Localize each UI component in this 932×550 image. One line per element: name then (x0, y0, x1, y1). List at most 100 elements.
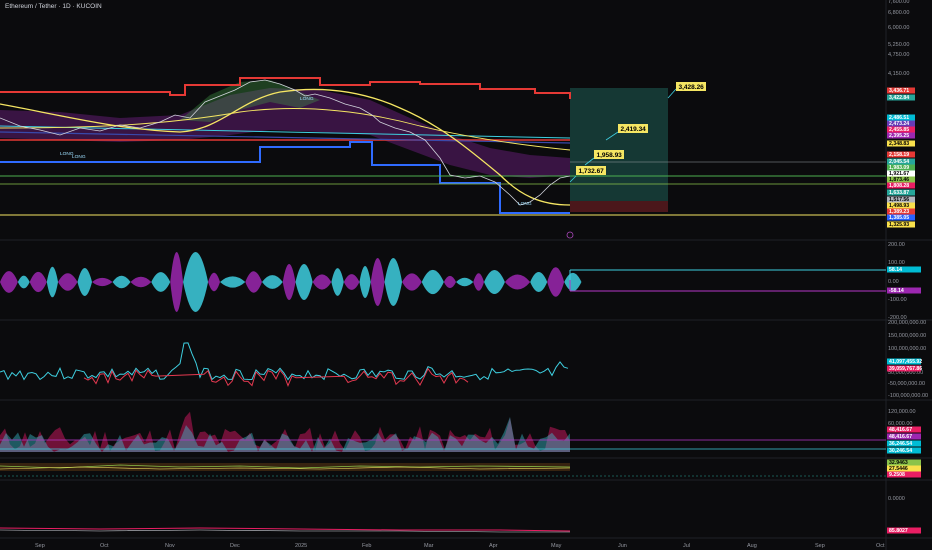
price-tag-text: 2,395.25 (889, 133, 909, 139)
price-callout-text: 1,732.67 (579, 168, 605, 175)
oscillator-wave (370, 258, 385, 306)
indicator-tag-text: 9.2508 (889, 472, 905, 478)
time-axis-label: Dec (230, 543, 240, 549)
oscillator-wave (547, 267, 565, 297)
price-tag: 2,158.19 (887, 151, 915, 158)
price-callout: 1,732.67 (576, 166, 606, 175)
time-axis-label: May (551, 543, 562, 549)
chart-canvas[interactable]: 3,428.26 2,419.34 1,958.93 1,732.67 LONG LO… (0, 0, 932, 550)
price-callout: 2,419.34 (618, 124, 648, 133)
time-axis-label: Aug (747, 543, 757, 549)
oscillator-wave (170, 252, 184, 312)
price-axis[interactable]: 7,600.00 6,800.00 6,000.00 5,250.00 4,750.00… (887, 0, 928, 534)
indicator-tag: 85.8027 (887, 527, 921, 534)
oscillator-wave (92, 277, 113, 287)
oscillator-wave (343, 274, 360, 290)
oscillator-wave (456, 277, 474, 287)
price-tag: 2,348.83 (887, 140, 915, 147)
signal-label-long: LONG (300, 96, 314, 102)
time-axis-label: Mar (424, 543, 434, 549)
indicator-tag-text: 85.8027 (889, 528, 908, 534)
chart-window[interactable]: Ethereum / Tether · 1D · KUCOIN 3,428.26… (0, 0, 932, 550)
oscillator-wave (473, 273, 485, 291)
indicator-tag: 48,416.67 (887, 426, 921, 433)
time-axis-label: Oct (876, 543, 885, 549)
price-axis-label: 4,150.00 (888, 71, 909, 77)
price-tag: 3,436.71 (887, 87, 915, 94)
indicator-axis-label: -100.00 (888, 297, 907, 303)
time-axis-label: Jul (683, 543, 690, 549)
indicator-tag-text: 30,246.54 (889, 448, 912, 454)
oscillator-wave (17, 275, 30, 289)
price-tag-text: 3,436.71 (889, 88, 909, 94)
oscillator-wave (295, 264, 313, 300)
oscillator-wave (484, 269, 505, 295)
time-axis-label: Apr (489, 543, 498, 549)
time-axis-label: Jun (618, 543, 627, 549)
price-tag-text: 2,158.19 (889, 152, 909, 158)
volume-pane[interactable] (0, 411, 886, 452)
price-tag-text: 1,325.93 (889, 222, 909, 228)
indicator-tag-text: 41,097,455.92 (889, 359, 922, 365)
oscillator-wave (331, 268, 344, 296)
price-axis-label: 7,600.00 (888, 0, 909, 5)
flow-line-cyan (0, 342, 569, 381)
stop-zone[interactable] (570, 201, 668, 212)
indicator-tag: 48,416.67 (887, 433, 921, 440)
indicator-tag: 36,246.54 (887, 440, 921, 447)
oscillator-wave (530, 272, 548, 292)
indicator-tag: 41,097,455.92 (887, 358, 922, 365)
oscillator-wave (402, 273, 422, 291)
price-tag: 1,325.93 (887, 221, 915, 228)
oscillator-wave (282, 264, 296, 300)
price-pane[interactable]: 3,428.26 2,419.34 1,958.93 1,732.67 LONG LO… (0, 77, 886, 239)
indicator-tag-text: -58.14 (889, 288, 904, 294)
oscillator-pane[interactable] (0, 252, 886, 312)
oscillator-wave (151, 272, 171, 292)
bottom-line-pink (0, 527, 571, 532)
oscillator-wave (384, 258, 403, 306)
oscillator-wave (564, 272, 582, 292)
signal-label-long: LONG (518, 201, 532, 207)
oscillator-wave (130, 276, 152, 288)
oscillator-wave (245, 271, 263, 293)
oscillator-wave (0, 271, 18, 293)
indicator-axis-label: -100,000,000.00 (888, 393, 928, 399)
time-axis-label: Oct (100, 543, 109, 549)
oscillator-wave (443, 275, 457, 289)
indicator-tag-text: 58.14 (889, 267, 902, 273)
indicator-tag: 58.14 (887, 266, 921, 273)
price-callout-text: 3,428.26 (679, 84, 705, 91)
oscillator-wave (29, 271, 47, 293)
indicator-axis-label: 100.00 (888, 260, 905, 266)
flow-pane[interactable] (0, 342, 569, 387)
oscillator-wave (46, 266, 59, 298)
price-tag-text: 1,808.28 (889, 183, 909, 189)
time-axis[interactable]: Sep Oct Nov Dec 2025 Feb Mar Apr May Jun Jul Aug Sep… (35, 543, 885, 549)
price-tag-text: 2,348.83 (889, 141, 909, 147)
price-axis-label: 6,800.00 (888, 10, 909, 16)
price-tag: 1,808.28 (887, 182, 915, 189)
price-tag: 1,633.87 (887, 189, 915, 196)
indicator-tag: -58.14 (887, 287, 921, 294)
price-tag: 1,385.05 (887, 214, 915, 221)
time-axis-label: Feb (362, 543, 371, 549)
oscillator-wave (77, 268, 93, 296)
strip-pane[interactable] (0, 463, 886, 477)
time-axis-label: Sep (815, 543, 825, 549)
indicator-axis-label: 0.00 (888, 279, 899, 285)
indicator-axis-label: 150,000,000.00 (888, 333, 926, 339)
indicator-tag-text: 36,246.54 (889, 441, 912, 447)
price-tag: 3,422.84 (887, 94, 915, 101)
indicator-tag: 9.2508 (887, 471, 921, 478)
oscillator-wave (262, 275, 283, 289)
signal-label-long: LONG (72, 154, 86, 160)
oscillator-wave (220, 276, 246, 288)
oscillator-wave (183, 252, 209, 312)
indicator-axis-label: 120,000.00 (888, 409, 916, 415)
indicator-axis-label: 100,000,000.00 (888, 346, 926, 352)
bottom-pane[interactable] (0, 527, 571, 533)
marker-icon[interactable] (566, 231, 574, 239)
oscillator-wave (58, 273, 78, 291)
oscillator-wave (112, 275, 131, 289)
